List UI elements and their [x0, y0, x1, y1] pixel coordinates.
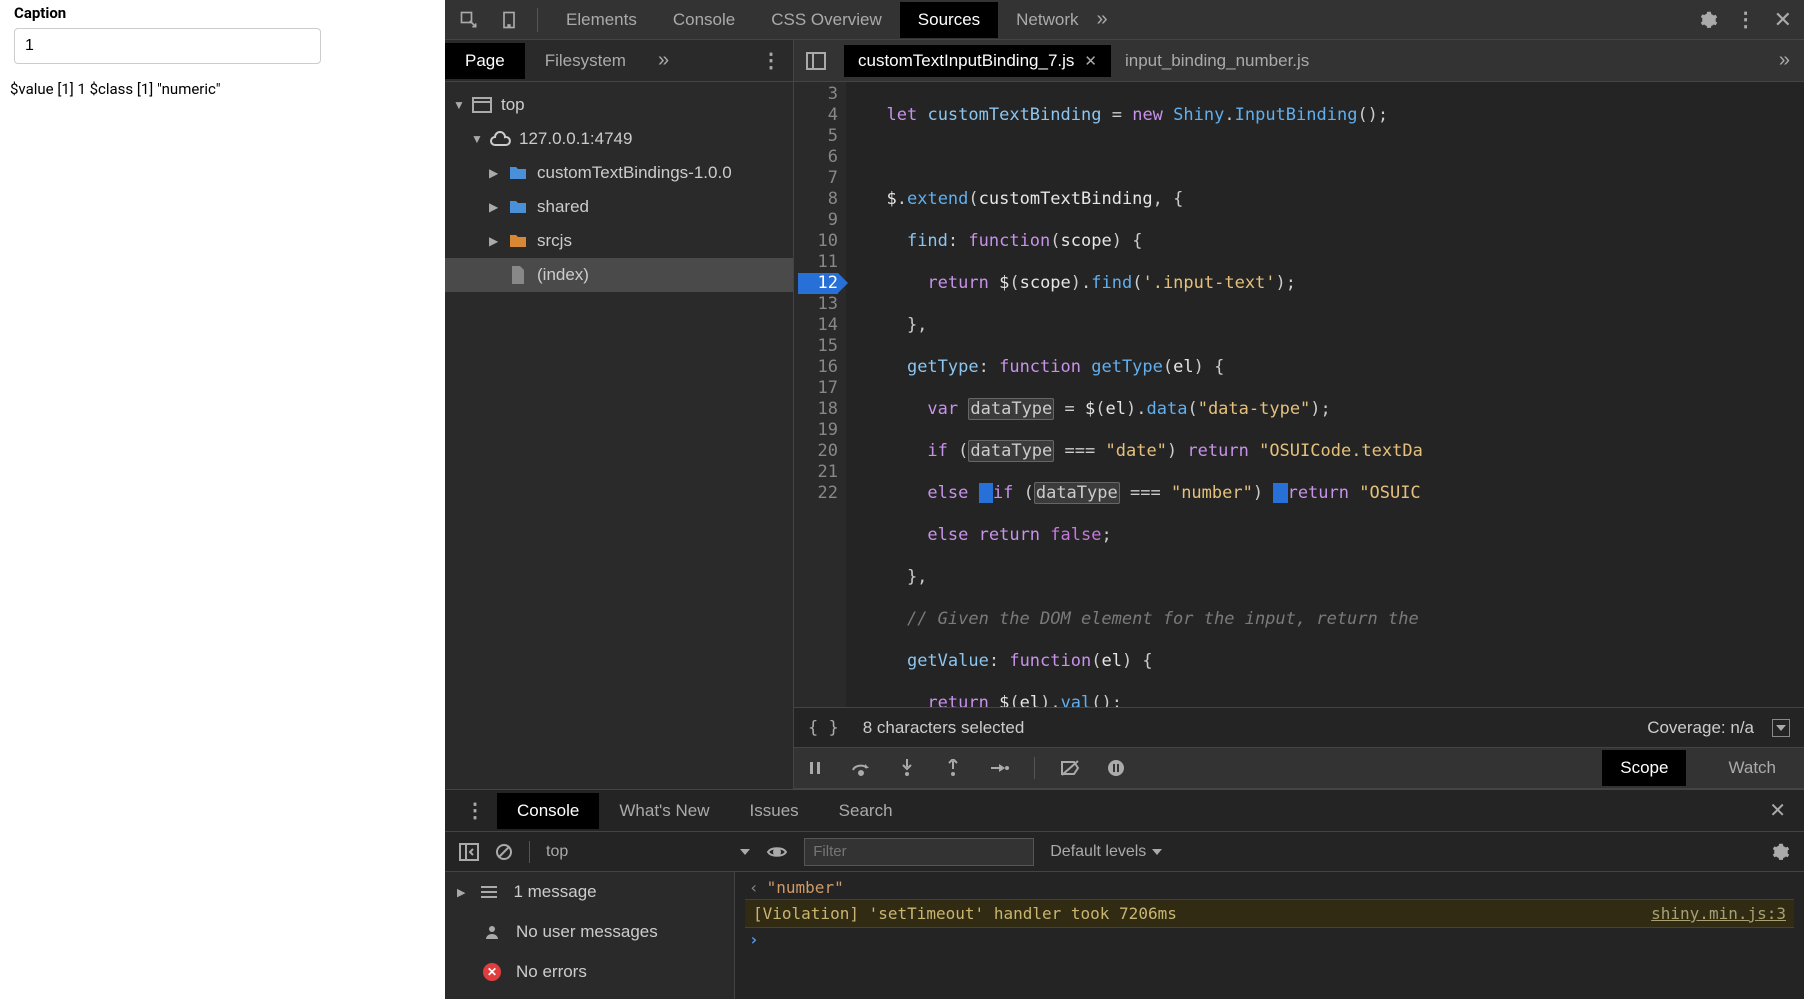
app-pane: Caption $value [1] 1 $class [1] "numeric…	[0, 0, 445, 999]
console-reply: ‹ "number"	[745, 876, 1794, 899]
dbg-tab-scope[interactable]: Scope	[1602, 750, 1686, 786]
tree-label: customTextBindings-1.0.0	[537, 163, 732, 183]
toggle-nav-icon[interactable]	[804, 49, 828, 73]
list-icon	[479, 882, 499, 902]
dbg-tab-watch[interactable]: Watch	[1710, 750, 1794, 786]
live-expr-icon[interactable]	[766, 844, 788, 860]
tab-cssoverview[interactable]: CSS Overview	[753, 2, 900, 38]
tree-label: srcjs	[537, 231, 572, 251]
chevron-down-icon[interactable]	[740, 849, 750, 855]
context-selector[interactable]: top	[546, 843, 568, 861]
file-tab-active[interactable]: customTextInputBinding_7.js ✕	[844, 45, 1111, 77]
drawer-tab-search[interactable]: Search	[819, 793, 913, 829]
tree-host[interactable]: ▼ 127.0.0.1:4749	[445, 122, 793, 156]
user-icon	[482, 922, 502, 942]
error-icon: ✕	[482, 962, 502, 982]
tree-file-index[interactable]: (index)	[445, 258, 793, 292]
coverage-dropdown-icon[interactable]	[1772, 719, 1790, 737]
console-settings-icon[interactable]	[1772, 843, 1790, 861]
close-icon[interactable]: ✕	[1084, 52, 1097, 70]
file-tree: ▼ top ▼ 127.0.0.1:4749 ▶ customTextBindi…	[445, 82, 793, 789]
sidebar-user-messages[interactable]: No user messages	[445, 912, 734, 952]
code-gutter[interactable]: 345 678 91011 121314 151617 181920 2122	[794, 82, 846, 707]
more-src-tabs-icon[interactable]: »	[646, 49, 681, 72]
echo-output: $value [1] 1 $class [1] "numeric"	[0, 74, 445, 104]
sources-editor: customTextInputBinding_7.js ✕ input_bind…	[794, 40, 1804, 789]
caption-label: Caption	[0, 0, 445, 28]
selection-status: 8 characters selected	[863, 718, 1025, 738]
tree-folder-2[interactable]: ▶ srcjs	[445, 224, 793, 258]
step-out-icon[interactable]	[942, 757, 964, 779]
code-body[interactable]: let customTextBinding = new Shiny.InputB…	[846, 82, 1804, 707]
src-tab-filesystem[interactable]: Filesystem	[525, 43, 646, 79]
step-over-icon[interactable]	[850, 757, 872, 779]
levels-selector[interactable]: Default levels	[1050, 843, 1162, 861]
sources-navigator: Page Filesystem » ⋮ ▼ top ▼ 127.0.0.1:47…	[445, 40, 794, 789]
step-into-icon[interactable]	[896, 757, 918, 779]
divider	[1034, 757, 1035, 779]
close-drawer-icon[interactable]: ✕	[1759, 798, 1796, 823]
tab-console[interactable]: Console	[655, 2, 753, 38]
console-output[interactable]: ‹ "number" [Violation] 'setTimeout' hand…	[735, 872, 1804, 999]
file-tab-label: input_binding_number.js	[1125, 51, 1309, 71]
caption-input[interactable]	[14, 28, 321, 64]
console-violation: [Violation] 'setTimeout' handler took 72…	[745, 899, 1794, 928]
tree-top[interactable]: ▼ top	[445, 88, 793, 122]
tree-folder-1[interactable]: ▶ shared	[445, 190, 793, 224]
cloud-icon	[489, 130, 511, 148]
tree-top-label: top	[501, 95, 525, 115]
tree-folder-0[interactable]: ▶ customTextBindings-1.0.0	[445, 156, 793, 190]
console-prompt[interactable]: ›	[745, 928, 1794, 951]
divider	[529, 841, 530, 863]
violation-source-link[interactable]: shiny.min.js:3	[1651, 904, 1786, 923]
tab-network[interactable]: Network	[998, 2, 1096, 38]
devtools: Elements Console CSS Overview Sources Ne…	[445, 0, 1804, 999]
drawer-kebab-icon[interactable]: ⋮	[453, 798, 497, 823]
deactivate-bp-icon[interactable]	[1059, 757, 1081, 779]
tab-sources[interactable]: Sources	[900, 2, 998, 38]
devtools-top-tabbar: Elements Console CSS Overview Sources Ne…	[445, 0, 1804, 40]
drawer: ⋮ Console What's New Issues Search ✕ top…	[445, 789, 1804, 999]
window-icon	[471, 96, 493, 114]
console-toolbar: top Default levels	[445, 832, 1804, 872]
settings-icon[interactable]	[1700, 11, 1718, 29]
file-icon	[507, 266, 529, 284]
drawer-tab-console[interactable]: Console	[497, 793, 599, 829]
debugger-toolbar: Scope Watch	[794, 747, 1804, 789]
pause-exceptions-icon[interactable]	[1105, 757, 1127, 779]
folder-icon	[507, 164, 529, 182]
step-icon[interactable]	[988, 757, 1010, 779]
divider	[537, 8, 538, 32]
more-file-tabs-icon[interactable]: »	[1765, 49, 1804, 72]
tree-label: shared	[537, 197, 589, 217]
console-sidebar: ▶ 1 message No user messages ✕ No errors	[445, 872, 735, 999]
console-filter-input[interactable]	[804, 838, 1034, 866]
pause-icon[interactable]	[804, 757, 826, 779]
tree-host-label: 127.0.0.1:4749	[519, 129, 632, 149]
kebab-icon[interactable]: ⋮	[1736, 7, 1756, 32]
src-kebab-icon[interactable]: ⋮	[749, 48, 793, 73]
tree-label: (index)	[537, 265, 589, 285]
coverage-status: Coverage: n/a	[1647, 718, 1754, 738]
file-tab-label: customTextInputBinding_7.js	[858, 51, 1074, 71]
drawer-tab-issues[interactable]: Issues	[730, 793, 819, 829]
device-icon[interactable]	[497, 8, 521, 32]
pretty-print-icon[interactable]: { }	[808, 718, 839, 738]
close-devtools-icon[interactable]: ✕	[1774, 7, 1792, 33]
drawer-tab-whatsnew[interactable]: What's New	[599, 793, 729, 829]
more-tabs-icon[interactable]: »	[1097, 8, 1108, 31]
file-tab-other[interactable]: input_binding_number.js	[1111, 45, 1323, 77]
folder-icon	[507, 198, 529, 216]
folder-icon	[507, 232, 529, 250]
src-tab-page[interactable]: Page	[445, 43, 525, 79]
sidebar-messages[interactable]: ▶ 1 message	[445, 872, 734, 912]
tab-elements[interactable]: Elements	[548, 2, 655, 38]
inspect-icon[interactable]	[457, 8, 481, 32]
toggle-sidebar-icon[interactable]	[459, 843, 479, 861]
editor-statusbar: { } 8 characters selected Coverage: n/a	[794, 707, 1804, 747]
clear-console-icon[interactable]	[495, 843, 513, 861]
sidebar-errors[interactable]: ✕ No errors	[445, 952, 734, 992]
